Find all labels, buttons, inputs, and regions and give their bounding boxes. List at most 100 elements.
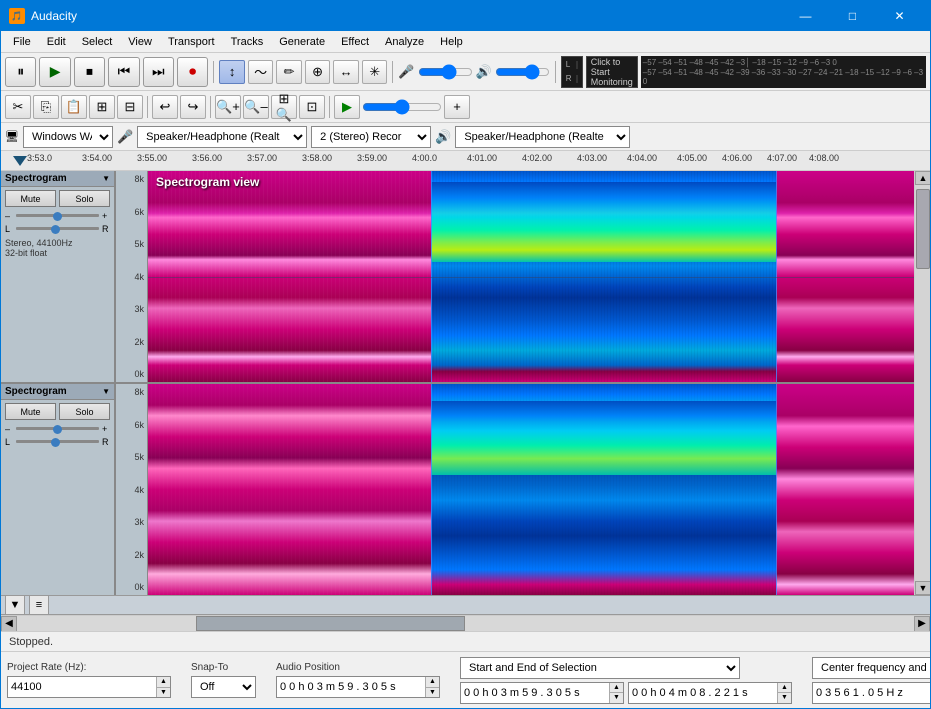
multi-tool-button[interactable]: ✳ bbox=[362, 60, 388, 84]
skip-end-button[interactable]: ⏭ bbox=[143, 57, 174, 87]
sel-end-down[interactable]: ▼ bbox=[778, 693, 791, 703]
minimize-button[interactable]: — bbox=[783, 1, 828, 31]
track-menu-button[interactable]: ≡ bbox=[29, 595, 49, 615]
redo-button[interactable]: ↪ bbox=[180, 95, 206, 119]
track2-solo-button[interactable]: Solo bbox=[59, 403, 110, 420]
audio-pos-down[interactable]: ▼ bbox=[426, 688, 439, 698]
track2-dropdown-icon[interactable]: ▼ bbox=[102, 387, 110, 396]
track1-dropdown-icon[interactable]: ▼ bbox=[102, 174, 110, 183]
track1: Spectrogram ▼ Mute Solo – bbox=[1, 171, 914, 384]
output-volume-slider[interactable] bbox=[495, 65, 550, 79]
stop-button[interactable]: ⏹ bbox=[74, 57, 105, 87]
menu-effect[interactable]: Effect bbox=[333, 31, 377, 52]
freq-8k: 8k bbox=[117, 174, 146, 184]
play-at-speed-button[interactable]: ▶ bbox=[334, 95, 360, 119]
track2-name-button[interactable]: Spectrogram bbox=[5, 386, 67, 397]
hscroll-left-button[interactable]: ◀ bbox=[1, 616, 17, 632]
freq-mode-select[interactable]: Center frequency and Width Top and Botto… bbox=[812, 657, 931, 679]
track2-volume-slider[interactable] bbox=[16, 424, 99, 434]
vscroll-up-button[interactable]: ▲ bbox=[915, 171, 930, 185]
input-device-select[interactable]: Speaker/Headphone (Realt bbox=[137, 126, 307, 148]
vscroll-thumb[interactable] bbox=[916, 189, 930, 269]
skip-start-button[interactable]: ⏮ bbox=[108, 57, 139, 87]
draw-tool-button[interactable]: ✏ bbox=[276, 60, 302, 84]
track2-pan-slider[interactable] bbox=[16, 437, 99, 447]
track1-vol-row: – + bbox=[5, 211, 110, 221]
vscroll-track[interactable] bbox=[915, 185, 930, 581]
audio-position-value[interactable] bbox=[277, 677, 425, 697]
sel-start-value[interactable] bbox=[461, 683, 609, 703]
hscroll-right-button[interactable]: ▶ bbox=[914, 616, 930, 632]
track1-volume-slider[interactable] bbox=[16, 211, 99, 221]
cut-button[interactable]: ✂ bbox=[5, 95, 31, 119]
timeshift-tool-button[interactable]: ↔ bbox=[333, 60, 359, 84]
trim-button[interactable]: ⊞ bbox=[89, 95, 115, 119]
input-channels-select[interactable]: 2 (Stereo) Recor bbox=[311, 126, 431, 148]
selection-mode-select[interactable]: Start and End of Selection Start and Len… bbox=[460, 657, 740, 679]
track1-name-button[interactable]: Spectrogram bbox=[5, 173, 67, 184]
menu-view[interactable]: View bbox=[120, 31, 160, 52]
zoom-out-button[interactable]: 🔍– bbox=[243, 95, 269, 119]
pause-button[interactable]: ⏸ bbox=[5, 57, 36, 87]
track1-pan-slider[interactable] bbox=[16, 224, 99, 234]
click-to-start-monitoring[interactable]: Click to Start Monitoring bbox=[591, 57, 633, 87]
sep5 bbox=[210, 96, 211, 118]
menu-analyze[interactable]: Analyze bbox=[377, 31, 432, 52]
project-rate-down[interactable]: ▼ bbox=[157, 688, 170, 698]
sel-end-up[interactable]: ▲ bbox=[778, 683, 791, 694]
spec2-green-band bbox=[431, 401, 776, 475]
project-rate-value[interactable] bbox=[8, 677, 156, 697]
track2-mute-button[interactable]: Mute bbox=[5, 403, 56, 420]
menu-generate[interactable]: Generate bbox=[271, 31, 333, 52]
input-volume-slider[interactable] bbox=[418, 65, 473, 79]
project-rate-up[interactable]: ▲ bbox=[157, 677, 170, 688]
sel-start-down[interactable]: ▼ bbox=[610, 693, 623, 703]
freq-values-row: ▲ ▼ ▲ ▼ bbox=[812, 682, 931, 704]
menu-bar: File Edit Select View Transport Tracks G… bbox=[1, 31, 930, 53]
close-button[interactable]: ✕ bbox=[877, 1, 922, 31]
play-button[interactable]: ▶ bbox=[39, 57, 70, 87]
sel-end-value[interactable] bbox=[629, 683, 777, 703]
undo-button[interactable]: ↩ bbox=[152, 95, 178, 119]
menu-help[interactable]: Help bbox=[432, 31, 471, 52]
zoom-sel-button[interactable]: ⊞🔍 bbox=[271, 95, 297, 119]
paste-button[interactable]: 📋 bbox=[61, 95, 87, 119]
sel-end-input: ▲ ▼ bbox=[628, 682, 792, 704]
audio-pos-up[interactable]: ▲ bbox=[426, 677, 439, 688]
zoom-in-button[interactable]: 🔍+ bbox=[215, 95, 241, 119]
record-button[interactable]: ⏺ bbox=[177, 57, 208, 87]
freq-0k: 0k bbox=[117, 369, 146, 379]
select-tool-button[interactable]: ↕ bbox=[219, 60, 245, 84]
spec2-left-lines bbox=[148, 384, 431, 595]
silence-button[interactable]: ⊟ bbox=[117, 95, 143, 119]
play-speed-slider[interactable] bbox=[362, 100, 442, 114]
playhead-marker bbox=[13, 156, 27, 166]
track1-solo-button[interactable]: Solo bbox=[59, 190, 110, 207]
sel-start-up[interactable]: ▲ bbox=[610, 683, 623, 694]
hscroll-thumb[interactable] bbox=[196, 616, 465, 631]
zoom-tool-button[interactable]: ⊕ bbox=[305, 60, 331, 84]
vscroll-down-button[interactable]: ▼ bbox=[915, 581, 930, 595]
collapse-button[interactable]: ▼ bbox=[5, 595, 25, 615]
maximize-button[interactable]: □ bbox=[830, 1, 875, 31]
track1-header: Spectrogram ▼ bbox=[1, 171, 114, 187]
play-speed-up[interactable]: + bbox=[444, 95, 470, 119]
menu-select[interactable]: Select bbox=[74, 31, 121, 52]
host-select[interactable]: Windows WASA bbox=[23, 126, 113, 148]
ruler-time-5: 3:58.00 bbox=[302, 153, 332, 163]
zoom-fit-button[interactable]: ⊡ bbox=[299, 95, 325, 119]
snap-to-select[interactable]: Off On bbox=[191, 676, 256, 698]
menu-edit[interactable]: Edit bbox=[39, 31, 74, 52]
menu-transport[interactable]: Transport bbox=[160, 31, 223, 52]
track1-mute-button[interactable]: Mute bbox=[5, 190, 56, 207]
vertical-scrollbar[interactable]: ▲ ▼ bbox=[914, 171, 930, 595]
menu-file[interactable]: File bbox=[5, 31, 39, 52]
horizontal-scrollbar[interactable]: ◀ ▶ bbox=[1, 615, 930, 631]
output-level-meters[interactable]: Click to Start Monitoring bbox=[586, 56, 638, 88]
menu-tracks[interactable]: Tracks bbox=[223, 31, 272, 52]
envelope-tool-button[interactable]: 〜 bbox=[248, 60, 274, 84]
output-device-select[interactable]: Speaker/Headphone (Realte bbox=[455, 126, 630, 148]
center-freq-value[interactable] bbox=[813, 683, 931, 703]
hscroll-track[interactable] bbox=[17, 616, 914, 631]
copy-button[interactable]: ⎘ bbox=[33, 95, 59, 119]
